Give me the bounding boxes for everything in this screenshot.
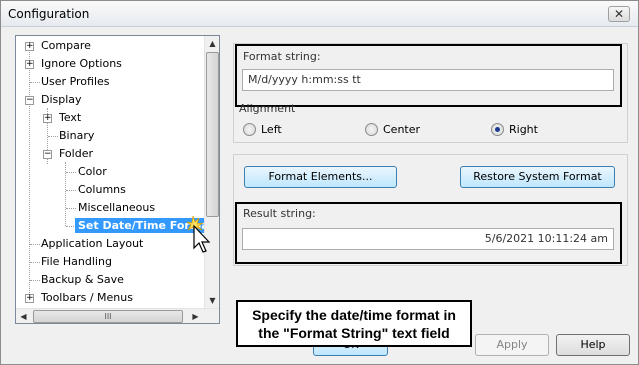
tree-item-file-handling[interactable]: File Handling [39, 253, 114, 270]
format-string-label: Format string: [243, 50, 321, 63]
settings-tree: + Compare + Ignore Options User Profiles… [15, 35, 220, 324]
tree-item-label: User Profiles [41, 75, 110, 88]
scroll-left-icon[interactable]: ◀ [16, 309, 31, 324]
radio-selected-icon [491, 123, 504, 136]
tree-item-label: Columns [78, 183, 126, 196]
align-center-radio[interactable]: Center [365, 123, 420, 136]
tree-item-compare[interactable]: Compare [39, 37, 93, 54]
tree-item-label: Compare [41, 39, 91, 52]
tree-line [66, 172, 76, 173]
callout-line-2: the "Format String" text field [258, 325, 450, 341]
title-bar[interactable]: Configuration ✕ [1, 1, 638, 27]
tree-item-user-profiles[interactable]: User Profiles [39, 73, 112, 90]
align-right-label: Right [509, 123, 538, 136]
tree-item-label: Binary [59, 129, 95, 142]
tree-item-label: Ignore Options [41, 57, 122, 70]
collapse-icon[interactable]: − [25, 96, 34, 105]
radio-icon [243, 123, 256, 136]
result-string-label: Result string: [243, 207, 316, 220]
scroll-up-icon[interactable]: ▲ [205, 36, 220, 51]
close-button[interactable]: ✕ [608, 6, 630, 22]
align-right-radio[interactable]: Right [491, 123, 538, 136]
tree-item-set-date-time-format[interactable]: Set Date/Time Format [75, 217, 205, 234]
tree-item-label: File Handling [41, 255, 112, 268]
result-string-field: 5/6/2021 10:11:24 am [242, 228, 614, 250]
expand-icon[interactable]: + [25, 42, 34, 51]
align-center-label: Center [383, 123, 421, 136]
expand-icon[interactable]: + [25, 294, 34, 303]
tree-item-label: Application Layout [41, 237, 144, 250]
expand-icon[interactable]: + [43, 114, 52, 123]
collapse-icon[interactable]: − [43, 150, 52, 159]
scroll-down-icon[interactable]: ▼ [205, 293, 220, 308]
tree-item-application-layout[interactable]: Application Layout [39, 235, 145, 252]
tree-content: + Compare + Ignore Options User Profiles… [16, 36, 205, 308]
tree-item-toolbars-menus[interactable]: Toolbars / Menus [39, 289, 135, 306]
horizontal-scrollbar[interactable]: ◀ III ▶ [16, 308, 219, 323]
tree-item-label: Display [41, 93, 82, 106]
close-icon: ✕ [613, 7, 625, 21]
tree-item-label: Backup & Save [41, 273, 124, 286]
format-string-input[interactable]: M/d/yyyy h:mm:ss tt [242, 69, 614, 91]
configuration-window: Configuration ✕ + Compare + Ignore Optio… [0, 0, 639, 365]
tree-item-label: Miscellaneous [78, 201, 156, 214]
restore-system-format-button[interactable]: Restore System Format [460, 166, 615, 188]
tree-item-label: Toolbars / Menus [41, 291, 133, 304]
tree-item-text[interactable]: Text [57, 109, 83, 126]
tree-item-label: Set Date/Time Format [75, 218, 205, 233]
help-button[interactable]: Help [556, 334, 630, 356]
tree-item-color[interactable]: Color [76, 163, 109, 180]
callout-line-1: Specify the date/time format in [252, 307, 456, 323]
window-title: Configuration [8, 7, 90, 21]
tree-item-display[interactable]: Display [39, 91, 84, 108]
tree-item-label: Color [78, 165, 107, 178]
tree-item-ignore-options[interactable]: Ignore Options [39, 55, 124, 72]
tree-item-columns[interactable]: Columns [76, 181, 128, 198]
format-elements-button[interactable]: Format Elements... [244, 166, 397, 188]
vertical-scrollbar[interactable]: ▲ ▼ [204, 36, 219, 308]
align-left-label: Left [261, 123, 282, 136]
horizontal-scroll-thumb[interactable]: III [33, 310, 183, 323]
tree-line [66, 190, 76, 191]
tree-item-label: Text [59, 111, 82, 124]
alignment-label: Alignment [239, 102, 296, 115]
tree-item-backup-save[interactable]: Backup & Save [39, 271, 126, 288]
scroll-right-icon[interactable]: ▶ [188, 309, 203, 324]
tree-item-miscellaneous[interactable]: Miscellaneous [76, 199, 157, 216]
radio-icon [365, 123, 378, 136]
tree-line [66, 208, 76, 209]
mouse-cursor-icon [187, 215, 211, 253]
align-left-radio[interactable]: Left [243, 123, 282, 136]
tree-item-label: Folder [59, 147, 93, 160]
tree-item-binary[interactable]: Binary [57, 127, 96, 144]
apply-button[interactable]: Apply [475, 334, 549, 356]
tree-item-folder[interactable]: Folder [57, 145, 95, 162]
expand-icon[interactable]: + [25, 60, 34, 69]
vertical-scroll-thumb[interactable] [206, 52, 219, 217]
instruction-callout: Specify the date/time format in the "For… [236, 300, 472, 347]
